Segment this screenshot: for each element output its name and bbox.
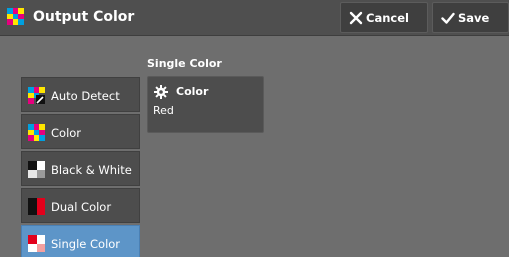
nav-item-black-white[interactable]: Black & White bbox=[21, 151, 140, 186]
cancel-button-label: Cancel bbox=[366, 11, 409, 25]
nav-item-label: Color bbox=[51, 126, 82, 140]
auto-detect-icon bbox=[28, 87, 45, 104]
save-button-label: Save bbox=[458, 11, 490, 25]
dual-color-icon bbox=[28, 198, 45, 215]
color-setting-button[interactable]: Color Red bbox=[147, 76, 264, 133]
single-color-icon bbox=[28, 235, 45, 252]
checkmark-icon bbox=[441, 11, 455, 25]
nav-item-single-color[interactable]: Single Color bbox=[21, 225, 140, 257]
nav-item-label: Auto Detect bbox=[51, 89, 120, 103]
header-bar: Output Color Cancel Save bbox=[0, 0, 509, 36]
nav-item-color[interactable]: Color bbox=[21, 114, 140, 149]
save-button[interactable]: Save bbox=[432, 2, 509, 33]
nav-item-label: Dual Color bbox=[51, 200, 112, 214]
nav-item-label: Black & White bbox=[51, 163, 132, 177]
color-setting-label: Color bbox=[176, 85, 209, 98]
cancel-button[interactable]: Cancel bbox=[340, 2, 428, 33]
nav-item-dual-color[interactable]: Dual Color bbox=[21, 188, 140, 223]
color-icon bbox=[28, 124, 45, 141]
black-white-icon bbox=[28, 161, 45, 178]
page-title: Output Color bbox=[33, 9, 135, 25]
color-setting-value: Red bbox=[153, 104, 174, 117]
color-mode-icon bbox=[7, 8, 24, 25]
section-title: Single Color bbox=[147, 57, 222, 70]
close-icon bbox=[349, 11, 363, 25]
nav-item-label: Single Color bbox=[51, 237, 121, 251]
nav-item-auto-detect[interactable]: Auto Detect bbox=[21, 77, 140, 112]
gear-icon bbox=[154, 84, 168, 99]
